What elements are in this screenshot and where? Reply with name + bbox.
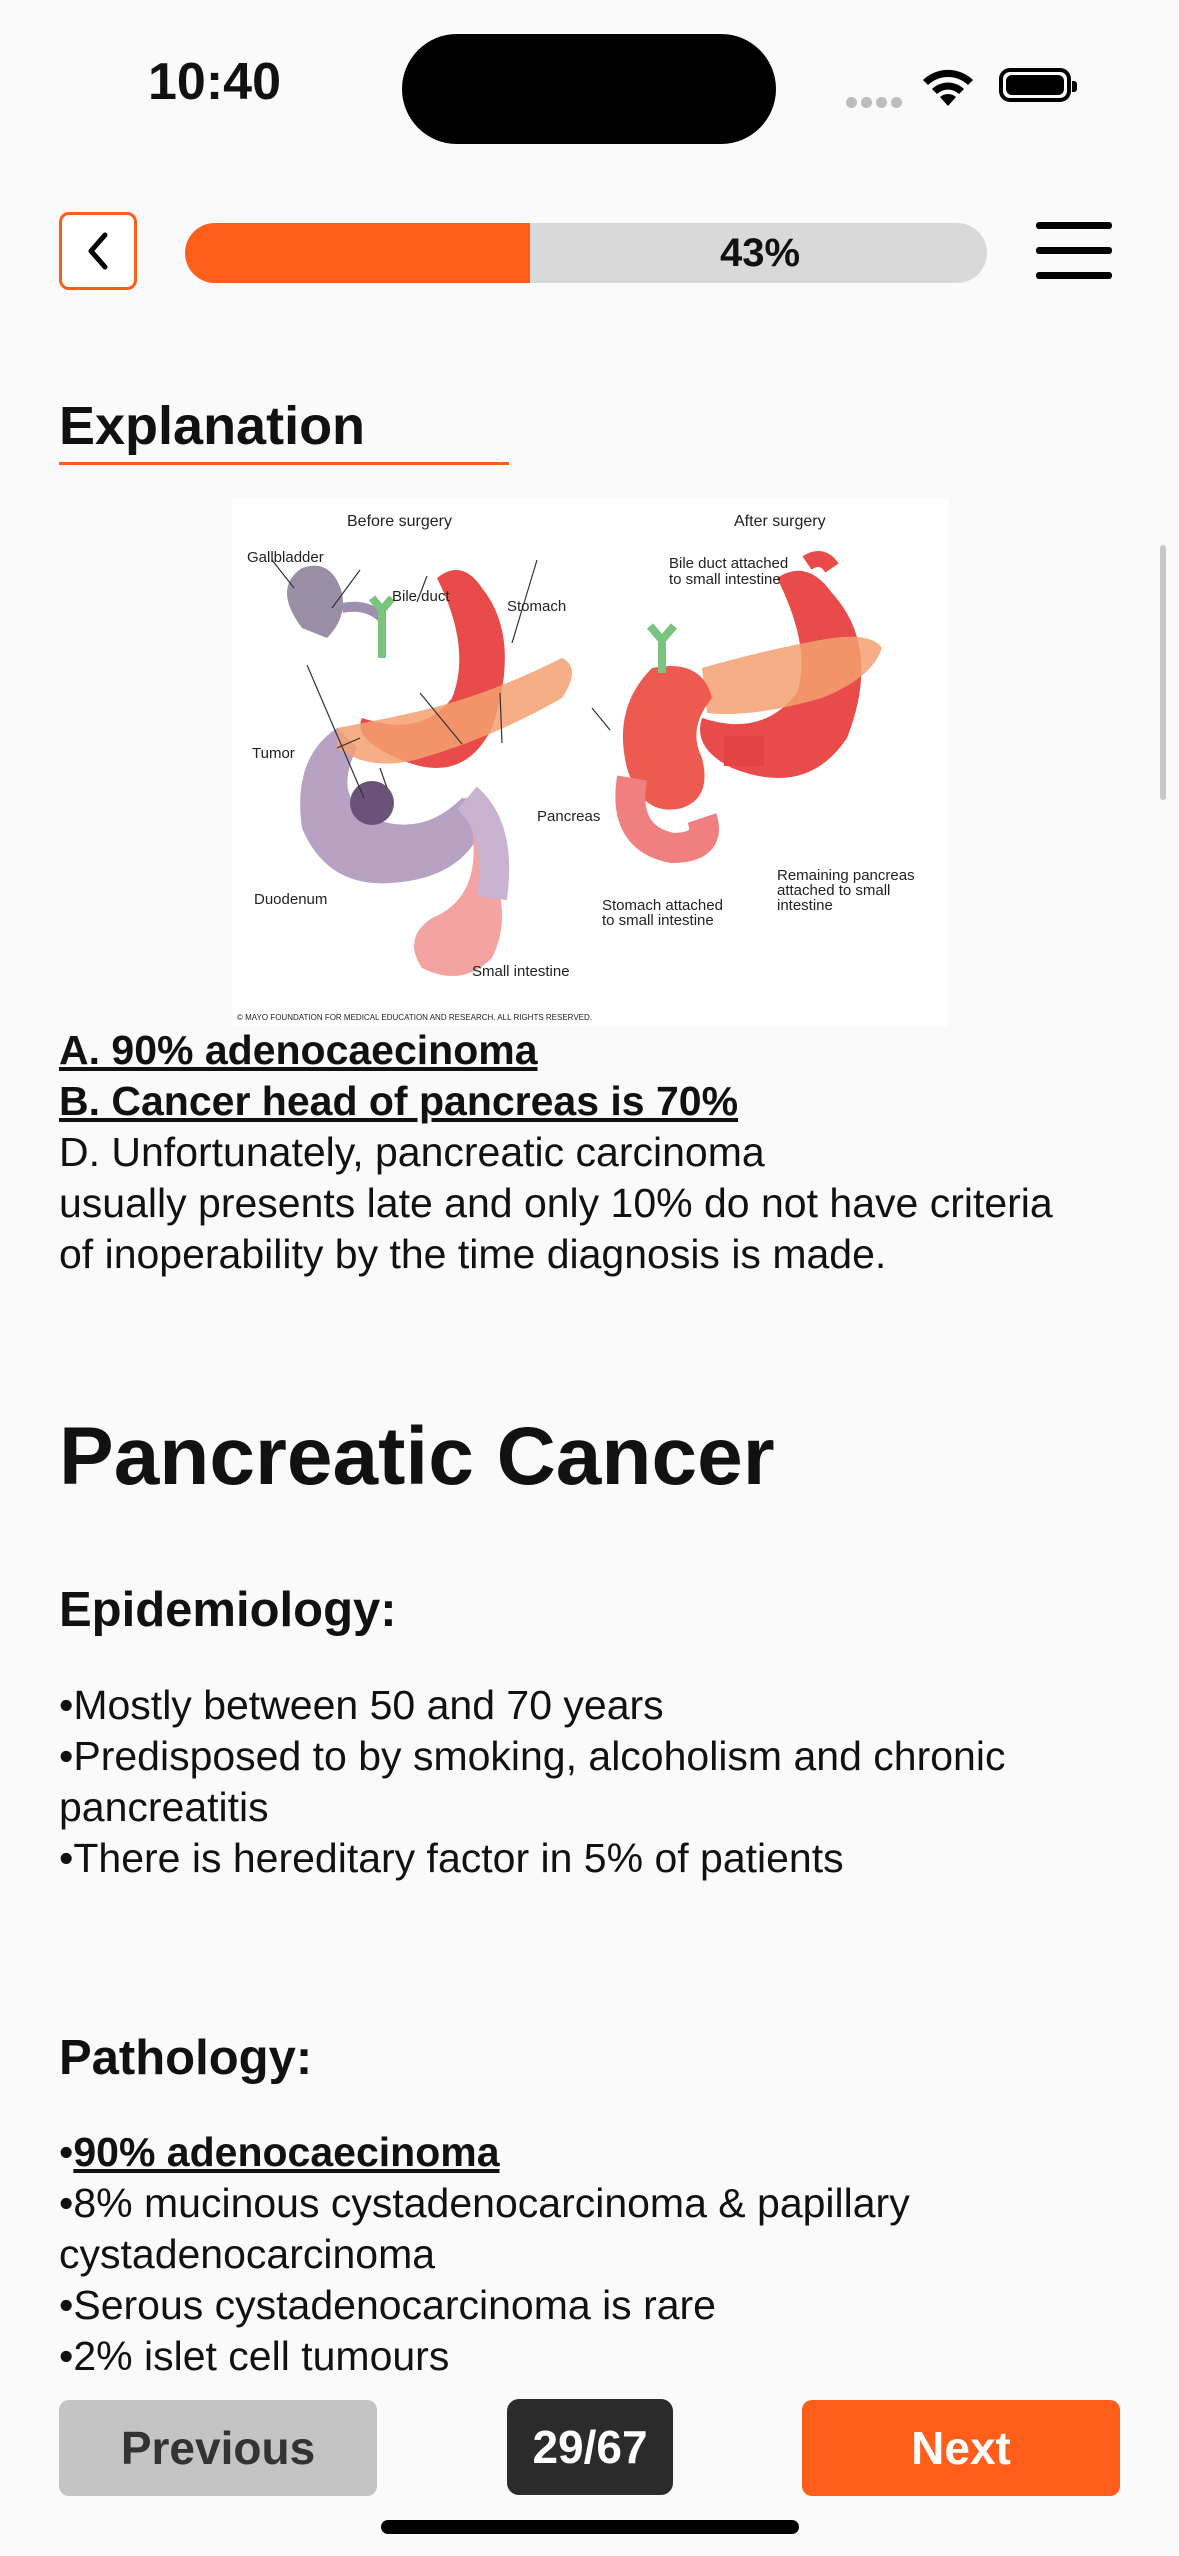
figure-before-label: Before surgery — [347, 513, 452, 530]
answer-d-line-2: usually presents late and only 10% do no… — [59, 1180, 1053, 1226]
previous-button[interactable]: Previous — [59, 2400, 377, 2496]
battery-icon — [999, 68, 1077, 102]
explanation-underline — [59, 462, 509, 465]
pathology-line: •8% mucinous cystadenocarcinoma & papill… — [59, 2180, 910, 2226]
figure-label-bile-duct: Bile duct — [392, 588, 450, 605]
epidemiology-line: •Mostly between 50 and 70 years — [59, 1682, 664, 1728]
figure-copyright: © MAYO FOUNDATION FOR MEDICAL EDUCATION … — [237, 1013, 592, 1022]
status-time: 10:40 — [148, 53, 281, 111]
figure-label-small-intestine: Small intestine — [472, 963, 570, 980]
wifi-icon — [923, 69, 973, 106]
epidemiology-heading: Epidemiology: — [59, 1583, 397, 1637]
cellular-signal-icon — [846, 95, 906, 113]
pathology-highlight: 90% adenocaecinoma — [73, 2129, 500, 2175]
surgery-illustration: Before surgery After surgery Gallbladder… — [232, 498, 948, 1026]
answer-d-line-3: of inoperability by the time diagnosis i… — [59, 1231, 887, 1277]
epidemiology-line: pancreatitis — [59, 1784, 269, 1830]
answer-b: B. Cancer head of pancreas is 70% — [59, 1078, 739, 1124]
hamburger-icon — [1036, 222, 1112, 229]
figure-label-tumor: Tumor — [252, 745, 295, 762]
next-button[interactable]: Next — [802, 2400, 1120, 2496]
figure-label-stomach: Stomach — [507, 598, 566, 615]
home-indicator — [381, 2520, 799, 2534]
pathology-heading: Pathology: — [59, 2031, 313, 2085]
figure-label-duodenum: Duodenum — [254, 891, 327, 908]
chevron-left-icon — [88, 232, 108, 270]
dynamic-island — [402, 34, 776, 144]
pathology-text: •90% adenocaecinoma •8% mucinous cystade… — [59, 2127, 1139, 2382]
question-counter: 29/67 — [507, 2399, 673, 2495]
pathology-line: •Serous cystadenocarcinoma is rare — [59, 2282, 716, 2328]
figure-label-gallbladder: Gallbladder — [247, 549, 324, 566]
figure-label-stomach-attached-2: to small intestine — [602, 912, 714, 929]
bullet: • — [59, 2129, 74, 2175]
epidemiology-text: •Mostly between 50 and 70 years •Predisp… — [59, 1680, 1139, 1884]
answer-d-line-1: D. Unfortunately, pancreatic carcinoma — [59, 1129, 765, 1175]
pathology-line: •90% adenocaecinoma — [59, 2127, 1139, 2178]
epidemiology-line: •There is hereditary factor in 5% of pat… — [59, 1835, 844, 1881]
scroll-indicator[interactable] — [1160, 545, 1166, 800]
progress-label: 43% — [720, 231, 801, 275]
progress-bar: 43% — [185, 223, 987, 283]
figure-label-remaining-3: intestine — [777, 897, 833, 914]
topic-title: Pancreatic Cancer — [59, 1411, 775, 1502]
epidemiology-line: •Predisposed to by smoking, alcoholism a… — [59, 1733, 1006, 1779]
figure-label-pancreas: Pancreas — [537, 808, 600, 825]
answer-explanation: A. 90% adenocaecinoma B. Cancer head of … — [59, 1025, 1139, 1280]
back-button[interactable] — [59, 212, 137, 290]
menu-button[interactable] — [1036, 222, 1114, 282]
pathology-line: cystadenocarcinoma — [59, 2231, 436, 2277]
figure-label-bile-attached-1: Bile duct attached — [669, 555, 788, 572]
pathology-line: •2% islet cell tumours — [59, 2333, 450, 2379]
explanation-title: Explanation — [59, 396, 366, 456]
figure-label-bile-attached-2: to small intestine — [669, 571, 781, 588]
progress-fill — [185, 223, 530, 283]
answer-a: A. 90% adenocaecinoma — [59, 1027, 538, 1073]
figure-after-label: After surgery — [734, 513, 826, 530]
